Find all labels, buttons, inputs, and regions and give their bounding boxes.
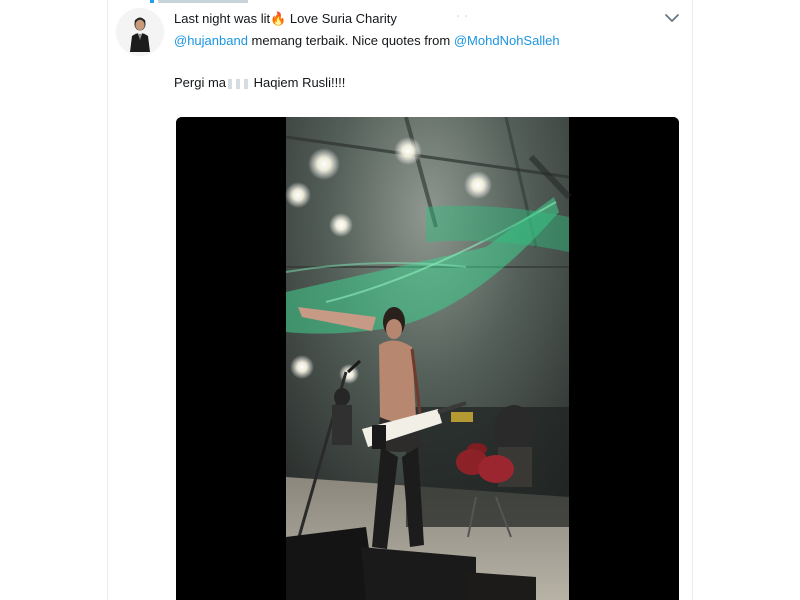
previous-tweet-stub <box>150 0 250 3</box>
redacted-mark <box>228 78 233 89</box>
person-avatar-icon <box>116 8 164 56</box>
tweet-line-3: Pergi ma Haqiem Rusli!!!! <box>174 72 345 94</box>
timeline-right-border <box>692 0 693 600</box>
previous-tweet-fragment <box>158 0 248 3</box>
twitter-page: Last night was lit🔥 Love Suria Charity @… <box>0 0 800 600</box>
avatar[interactable] <box>116 8 164 56</box>
tweet-text-part: Pergi ma <box>174 75 227 90</box>
fire-emoji-icon: 🔥 <box>270 11 287 26</box>
mention-link-hujanband[interactable]: @hujanband <box>174 33 248 48</box>
faded-dots <box>457 15 467 17</box>
tweet-line-2: @hujanband memang terbaik. Nice quotes f… <box>174 30 560 52</box>
reply-indicator <box>150 0 154 3</box>
tweet-text-part: Haqiem Rusli!!!! <box>253 75 346 90</box>
redacted-mark <box>236 78 241 89</box>
mention-link-mohdnohsalleh[interactable]: @MohdNohSalleh <box>454 33 560 48</box>
redacted-mark <box>244 78 249 89</box>
tweet-menu-button[interactable] <box>664 10 680 26</box>
video-scene <box>285 117 572 600</box>
tweet-text-part: Love Suria Charity <box>286 11 397 26</box>
tweet-text-part: Last night was lit <box>174 11 271 26</box>
tweet-text-part: memang terbaik. Nice quotes from <box>247 33 454 48</box>
chevron-down-icon <box>665 14 679 22</box>
embedded-video[interactable] <box>176 117 679 600</box>
concert-video-frame <box>176 117 679 600</box>
timeline-left-border <box>107 0 108 600</box>
tweet-line-1: Last night was lit🔥 Love Suria Charity <box>174 8 397 30</box>
